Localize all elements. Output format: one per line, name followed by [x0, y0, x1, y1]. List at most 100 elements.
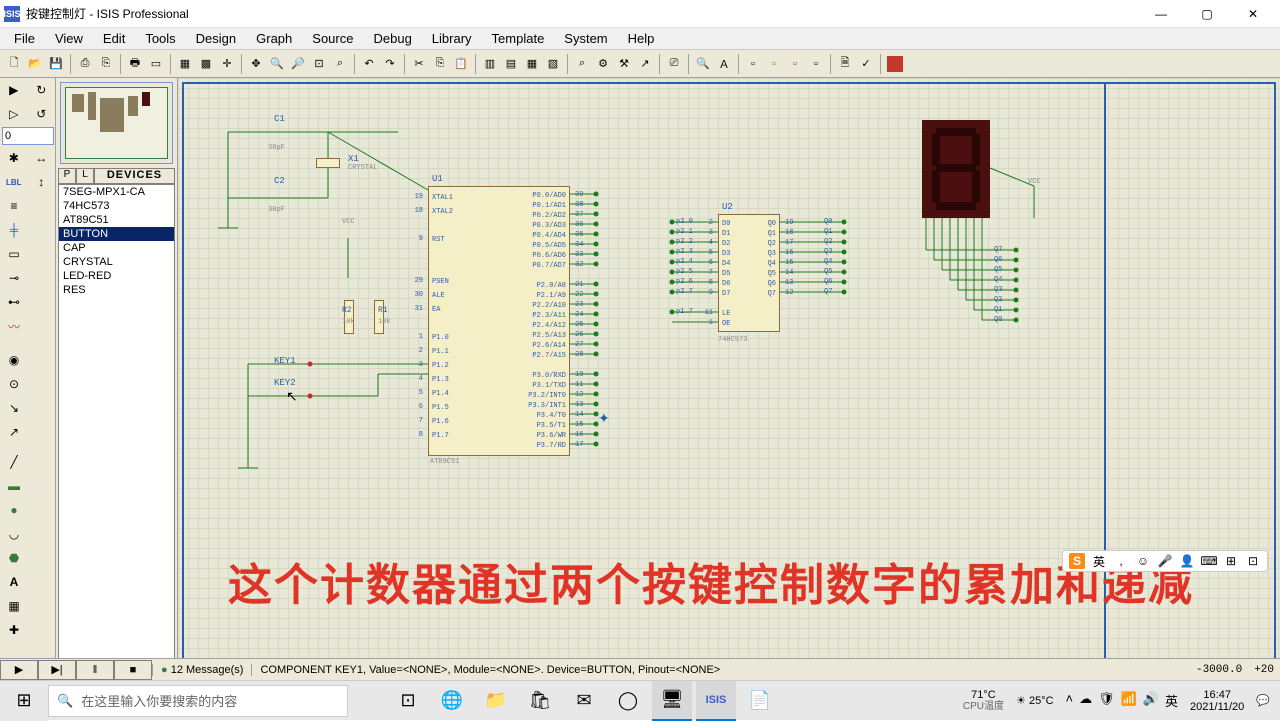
isis-app-icon[interactable]: ISIS — [696, 681, 736, 721]
edge-icon[interactable]: 🌐 — [432, 681, 472, 721]
open-button[interactable]: 📂 — [25, 54, 45, 74]
menu-source[interactable]: Source — [302, 29, 363, 48]
device-item[interactable]: BUTTON — [59, 227, 174, 241]
text2-tool[interactable]: A — [0, 570, 28, 594]
lang-icon[interactable]: 英 — [1165, 691, 1178, 710]
maximize-button[interactable]: ▢ — [1184, 0, 1230, 28]
cpu-temp[interactable]: 71°C CPU温度 — [963, 689, 1004, 713]
probe-i-tool[interactable]: ↗ — [0, 420, 28, 444]
redo-button[interactable]: ↷ — [380, 54, 400, 74]
device-item[interactable]: 7SEG-MPX1-CA — [59, 185, 174, 199]
ime-logo-icon[interactable]: S — [1069, 553, 1085, 569]
menu-graph[interactable]: Graph — [246, 29, 302, 48]
device-item[interactable]: RES — [59, 283, 174, 297]
path-tool[interactable]: ⬣ — [0, 546, 28, 570]
zoom-in-button[interactable]: 🔍 — [267, 54, 287, 74]
toggle-button[interactable]: ⎚ — [664, 54, 684, 74]
menu-library[interactable]: Library — [422, 29, 482, 48]
zoom-all-button[interactable]: ⊡ — [309, 54, 329, 74]
notepad-icon[interactable]: 📄 — [740, 681, 780, 721]
play-button[interactable]: ▶ — [0, 660, 38, 680]
ime-emoji-icon[interactable]: ☺ — [1135, 553, 1151, 569]
origin-button[interactable]: ✛ — [217, 54, 237, 74]
mirror-h-icon[interactable]: ↔ — [28, 146, 56, 170]
block-move-button[interactable]: ▤ — [501, 54, 521, 74]
ares-button[interactable] — [885, 54, 905, 74]
block-delete-button[interactable]: ▧ — [543, 54, 563, 74]
notifications-icon[interactable]: 💬 — [1256, 694, 1270, 707]
export-button[interactable]: ⎘ — [96, 54, 116, 74]
probe-v-tool[interactable]: ↘ — [0, 396, 28, 420]
devices-tab-l[interactable]: L — [76, 168, 94, 184]
menu-file[interactable]: File — [4, 29, 45, 48]
undo-button[interactable]: ↶ — [359, 54, 379, 74]
wifi-icon[interactable]: 📶 — [1121, 691, 1137, 710]
copy-button[interactable]: ⎘ — [430, 54, 450, 74]
area-button[interactable]: ▭ — [146, 54, 166, 74]
import-button[interactable]: ⎙ — [75, 54, 95, 74]
block-rotate-button[interactable]: ▦ — [522, 54, 542, 74]
symbol-tool[interactable]: ▦ — [0, 594, 28, 618]
menu-tools[interactable]: Tools — [135, 29, 185, 48]
menu-design[interactable]: Design — [186, 29, 246, 48]
line-tool[interactable]: ╱ — [0, 450, 28, 474]
bus-tool[interactable]: ╪ — [0, 218, 28, 242]
seven-segment[interactable] — [922, 120, 990, 218]
arc-tool[interactable]: ◡ — [0, 522, 28, 546]
block-copy-button[interactable]: ▥ — [480, 54, 500, 74]
ime-kbd-icon[interactable]: ⌨ — [1201, 553, 1217, 569]
explorer-icon[interactable]: 📁 — [476, 681, 516, 721]
u2-chip[interactable]: D02D13D24D35D46D57D68D79LE11OE1Q019Q118Q… — [718, 214, 780, 332]
text-tool[interactable]: ≡ — [0, 194, 28, 218]
overview-window[interactable] — [60, 82, 173, 164]
menu-template[interactable]: Template — [482, 29, 555, 48]
menu-system[interactable]: System — [554, 29, 617, 48]
graph-tool[interactable]: 〰 — [0, 314, 28, 338]
menu-view[interactable]: View — [45, 29, 93, 48]
weather[interactable]: ☀ 25°C — [1016, 695, 1054, 707]
circle-tool[interactable]: ● — [0, 498, 28, 522]
u1-chip[interactable]: XTAL119XTAL218RST9PSEN29ALE30EA31P1.01P1… — [428, 186, 570, 456]
defender-icon[interactable]: 🛡 — [1098, 691, 1115, 710]
bom-button[interactable]: 🗎 — [835, 54, 855, 74]
device-item[interactable]: CRYSTAL — [59, 255, 174, 269]
tray-icons[interactable]: ˄ ☁ 🛡 📶 🔊 英 — [1066, 691, 1179, 710]
pick-button[interactable]: ⌕ — [572, 54, 592, 74]
menu-help[interactable]: Help — [618, 29, 665, 48]
grid-button[interactable]: ▩ — [196, 54, 216, 74]
component-tool[interactable]: ▷ — [0, 102, 28, 126]
minimize-button[interactable]: — — [1138, 0, 1184, 28]
crystal[interactable] — [316, 158, 340, 168]
rotate-cw-icon[interactable]: ↻ — [28, 78, 56, 102]
remove-sheet-button[interactable]: ▫ — [785, 54, 805, 74]
save-button[interactable]: 💾 — [46, 54, 66, 74]
volume-icon[interactable]: 🔊 — [1143, 691, 1159, 710]
pin-tool[interactable]: ⊷ — [0, 290, 28, 314]
ime-user-icon[interactable]: 👤 — [1179, 553, 1195, 569]
start-button[interactable]: ⊞ — [0, 681, 48, 721]
search-button[interactable]: 🔍 — [693, 54, 713, 74]
tray-up-icon[interactable]: ˄ — [1066, 691, 1074, 710]
marker-tool[interactable]: ✚ — [0, 618, 28, 642]
refresh-button[interactable]: ▦ — [175, 54, 195, 74]
cut-button[interactable]: ✂ — [409, 54, 429, 74]
pan-button[interactable]: ✥ — [246, 54, 266, 74]
erc-button[interactable]: ✓ — [856, 54, 876, 74]
schematic-canvas[interactable]: C1 30pF C2 30pF X1 CRYSTAL U1 XTAL119XTA… — [178, 78, 1280, 668]
goto-sheet-button[interactable]: ▫ — [806, 54, 826, 74]
devices-tab-p[interactable]: P — [58, 168, 76, 184]
store-icon[interactable]: 🛍 — [520, 681, 560, 721]
paste-button[interactable]: 📋 — [451, 54, 471, 74]
device-list[interactable]: 7SEG-MPX1-CA74HC573AT89C51BUTTONCAPCRYST… — [58, 184, 175, 666]
zoom-area-button[interactable]: ⌕ — [330, 54, 350, 74]
app1-icon[interactable]: 🖥 — [652, 681, 692, 721]
ime-mic-icon[interactable]: 🎤 — [1157, 553, 1173, 569]
new-sheet-button[interactable]: ▫ — [743, 54, 763, 74]
new-button[interactable]: 🗋 — [4, 54, 24, 74]
taskbar-search[interactable]: 🔍 在这里输入你要搜索的内容 — [48, 685, 348, 717]
generator-tool[interactable]: ⊙ — [0, 372, 28, 396]
subcircuit-tool[interactable]: ▭ — [0, 242, 28, 266]
rotation-input[interactable] — [2, 127, 54, 145]
device-item[interactable]: CAP — [59, 241, 174, 255]
ime-punct-icon[interactable]: , — [1113, 553, 1129, 569]
